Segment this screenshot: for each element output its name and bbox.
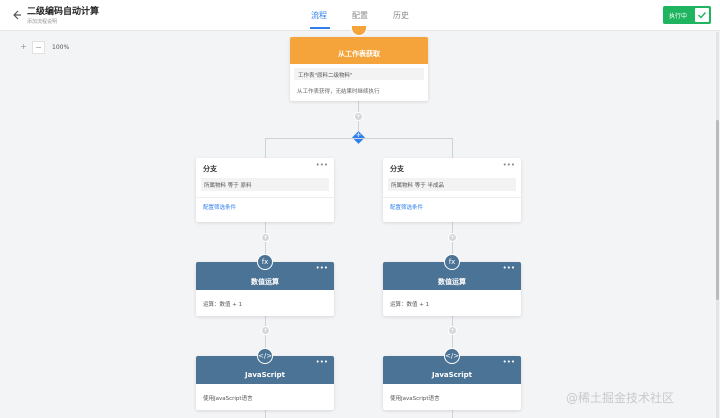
javascript-node-2[interactable]: JavaScript ••• 使用JavaScript语言 (383, 356, 521, 410)
add-node-button[interactable]: + (261, 233, 270, 242)
connector-line (265, 138, 266, 158)
branch-condition: 所属物料 等于 原料 (201, 178, 329, 191)
branch-condition: 所属物料 等于 半成品 (388, 178, 516, 191)
branch-node-2[interactable]: 分支 ••• 所属物料 等于 半成品 配置筛选条件 (383, 158, 521, 222)
add-node-button[interactable]: + (448, 233, 457, 242)
configure-filter-link[interactable]: 配置筛选条件 (390, 203, 423, 211)
node-condition: 工作表"原料二级物料" (294, 68, 424, 80)
more-menu-icon[interactable]: ••• (316, 161, 328, 169)
back-arrow-icon[interactable] (9, 8, 23, 22)
tab-history[interactable]: 历史 (393, 10, 409, 21)
calculation-node-2[interactable]: 数值运算 ••• 运算：数值 + 1 (383, 262, 521, 316)
divider (196, 197, 334, 198)
divider (383, 197, 521, 198)
active-tab-indicator (310, 27, 330, 29)
node-description: 运算：数值 + 1 (203, 302, 243, 308)
trigger-connector (351, 26, 367, 36)
code-icon: </> (257, 348, 273, 364)
more-menu-icon[interactable]: ••• (503, 264, 515, 272)
add-node-button[interactable]: + (261, 326, 270, 335)
run-status-button[interactable]: 执行中 (663, 6, 711, 24)
more-menu-icon[interactable]: ••• (503, 358, 515, 366)
workflow-title[interactable]: 二级编码自动计算 (27, 4, 99, 17)
branch-title: 分支 (203, 165, 217, 173)
formula-icon: fx (257, 254, 273, 270)
scrollbar-thumb[interactable] (716, 120, 719, 300)
watermark: @稀土掘金技术社区 (566, 391, 675, 405)
more-menu-icon[interactable]: ••• (503, 161, 515, 169)
run-status-label: 执行中 (669, 13, 688, 20)
tab-config[interactable]: 配置 (352, 10, 368, 21)
more-menu-icon[interactable]: ••• (316, 264, 328, 272)
node-title: 从工作表获取 (290, 37, 428, 64)
branch-node-1[interactable]: 分支 ••• 所属物料 等于 原料 配置筛选条件 (196, 158, 334, 222)
workflow-description[interactable]: 添加流程说明 (27, 18, 57, 25)
zoom-in-button[interactable]: + (17, 41, 30, 54)
add-node-button[interactable]: + (448, 326, 457, 335)
branch-connector (265, 138, 453, 139)
node-description: 运算：数值 + 1 (390, 302, 430, 308)
node-note: 从工作表获得，无结果时继续执行 (297, 89, 380, 95)
check-icon[interactable] (695, 8, 709, 22)
branch-title: 分支 (390, 165, 404, 173)
javascript-node-1[interactable]: JavaScript ••• 使用JavaScript语言 (196, 356, 334, 410)
more-menu-icon[interactable]: ••• (316, 358, 328, 366)
connector-line (452, 138, 453, 158)
node-description: 使用JavaScript语言 (390, 396, 440, 402)
node-description: 使用JavaScript语言 (203, 396, 253, 402)
tab-flow[interactable]: 流程 (311, 10, 327, 21)
code-icon: </> (444, 348, 460, 364)
calculation-node-1[interactable]: 数值运算 ••• 运算：数值 + 1 (196, 262, 334, 316)
configure-filter-link[interactable]: 配置筛选条件 (203, 203, 236, 211)
zoom-level: 100% (52, 44, 70, 51)
connector-line (265, 410, 266, 418)
connector-line (452, 410, 453, 418)
zoom-out-button[interactable]: − (32, 41, 45, 54)
formula-icon: fx (444, 254, 460, 270)
add-node-button[interactable]: + (354, 112, 363, 121)
